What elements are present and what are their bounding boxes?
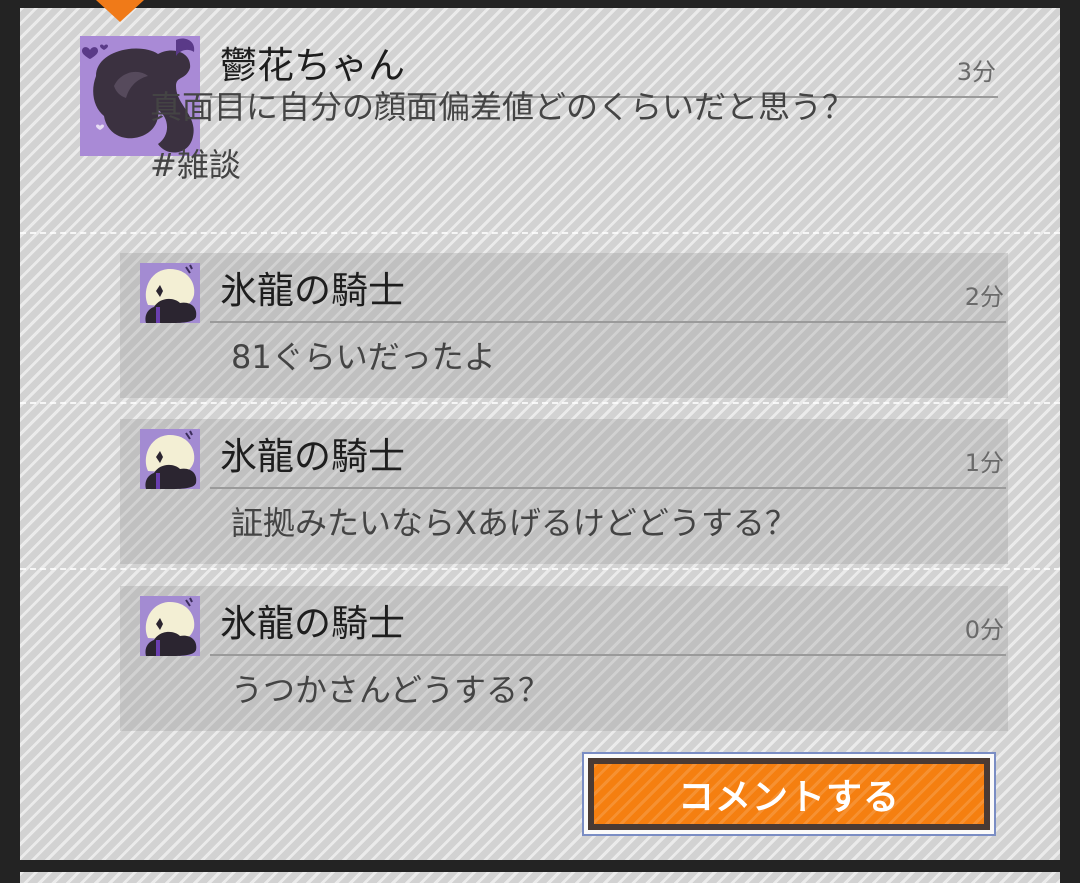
reply-avatar[interactable]	[140, 263, 200, 323]
comment-button-frame: コメントする	[588, 758, 990, 830]
next-thread-panel-edge	[20, 872, 1060, 883]
reply-timestamp: 0分	[964, 616, 1004, 644]
reply-body: うつかさんどうする？	[231, 671, 551, 709]
divider	[20, 232, 1060, 238]
divider	[20, 402, 1060, 408]
white-hair-knight-avatar-icon	[140, 596, 200, 656]
divider	[20, 568, 1060, 574]
comment-button-label: コメントする	[677, 777, 900, 818]
white-hair-knight-avatar-icon	[140, 429, 200, 489]
reply-avatar[interactable]	[140, 596, 200, 656]
selected-tab-marker	[96, 0, 144, 22]
reply-author-name[interactable]: 氷龍の騎士	[220, 600, 405, 648]
reply-item: 氷龍の騎士 0分 うつかさんどうする？	[120, 586, 1008, 731]
reply-author-name[interactable]: 氷龍の騎士	[220, 267, 405, 315]
comment-button[interactable]: コメントする	[582, 752, 996, 836]
post-body: 真面目に自分の顔面偏差値どのくらいだと思う？ #雑談	[150, 88, 855, 184]
reply-author-name[interactable]: 氷龍の騎士	[220, 433, 405, 481]
reply-item: 氷龍の騎士 2分 81ぐらいだったよ	[120, 253, 1008, 398]
reply-header: 氷龍の騎士 1分	[210, 427, 1006, 489]
reply-header: 氷龍の騎士 0分	[210, 594, 1006, 656]
reply-avatar[interactable]	[140, 429, 200, 489]
reply-item: 氷龍の騎士 1分 証拠みたいならXあげるけどどうする？	[120, 419, 1008, 564]
post-timestamp: 3分	[956, 58, 996, 86]
reply-timestamp: 1分	[964, 449, 1004, 477]
white-hair-knight-avatar-icon	[140, 263, 200, 323]
comment-button-face: コメントする	[594, 764, 984, 824]
reply-body: 81ぐらいだったよ	[231, 338, 496, 376]
reply-body: 証拠みたいならXあげるけどどうする？	[231, 504, 797, 542]
reply-header: 氷龍の騎士 2分	[210, 261, 1006, 323]
reply-timestamp: 2分	[964, 283, 1004, 311]
